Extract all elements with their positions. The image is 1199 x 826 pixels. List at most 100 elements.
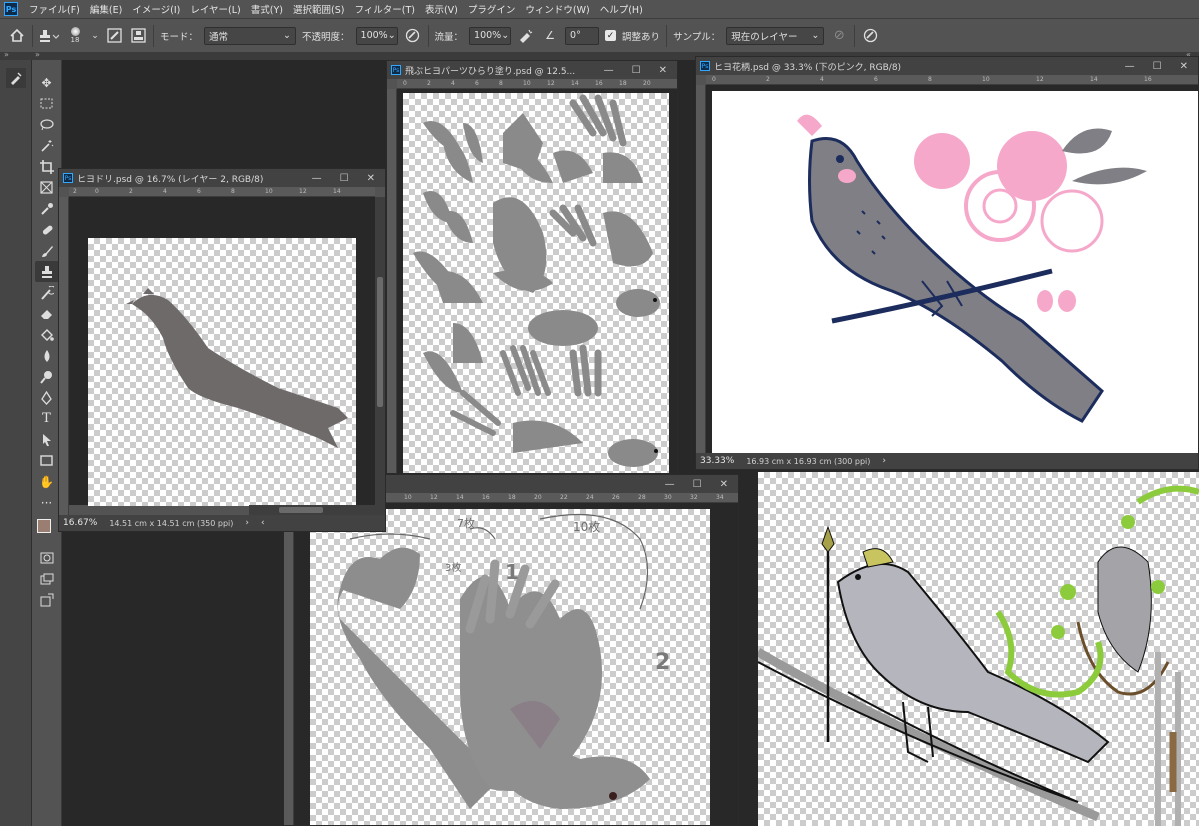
maximize-icon[interactable]: ☐ [693, 479, 702, 490]
chevron-right-icon[interactable]: › [245, 518, 249, 528]
canvas-parts[interactable] [403, 93, 669, 473]
menu-filter[interactable]: フィルター(T) [349, 2, 420, 16]
clone-source-panel-icon[interactable] [129, 28, 147, 43]
window-title-bar[interactable]: Ps ヒヨ花柄.psd @ 33.3% (下のピンク, RGB/8) — ☐ ✕ [696, 57, 1198, 75]
home-icon[interactable] [8, 29, 26, 42]
close-icon[interactable]: ✕ [659, 65, 667, 76]
window-title-bar[interactable]: Ps ヒヨドリ.psd @ 16.7% (レイヤー 2, RGB/8) — ☐ … [59, 169, 385, 187]
pressure-opacity-icon[interactable] [404, 28, 422, 43]
magic-wand-tool-icon[interactable] [35, 135, 59, 156]
clone-stamp-tool-icon[interactable] [34, 261, 59, 282]
maximize-icon[interactable]: ☐ [340, 173, 349, 184]
menu-window[interactable]: ウィンドウ(W) [520, 2, 594, 16]
window-title-bar[interactable]: Ps 飛ぶヒヨパーツひらり塗り.psd @ 12.5... — ☐ ✕ [387, 61, 677, 79]
rectangle-tool-icon[interactable] [35, 450, 59, 471]
hand-tool-icon[interactable]: ✋ [35, 471, 59, 492]
canvas-area[interactable] [397, 89, 677, 473]
brush-settings-panel-icon[interactable] [105, 28, 123, 43]
close-icon[interactable]: ✕ [367, 173, 375, 184]
scroll-thumb[interactable] [377, 277, 383, 407]
mode-label: モード： [160, 31, 199, 43]
move-tool-icon[interactable]: ✥ [35, 72, 59, 93]
quick-mask-icon[interactable] [35, 547, 59, 568]
aligned-checkbox[interactable]: ✓ [605, 30, 617, 41]
brush-tool-icon[interactable] [35, 240, 59, 261]
canvas-area[interactable]: 7枚 10枚 3枚 1 2 [294, 503, 738, 825]
close-icon[interactable]: ✕ [720, 479, 728, 490]
frame-tool-icon[interactable] [35, 177, 59, 198]
menu-plugins[interactable]: プラグイン [463, 2, 521, 16]
flow-input[interactable]: 100% ⌄ [469, 26, 512, 45]
marquee-tool-icon[interactable] [35, 93, 59, 114]
maximize-icon[interactable]: ☐ [1153, 61, 1162, 72]
scroll-thumb[interactable] [279, 507, 323, 513]
maximize-icon[interactable]: ☐ [632, 65, 641, 76]
menu-file[interactable]: ファイル(F) [24, 2, 85, 16]
vertical-scrollbar[interactable] [375, 197, 385, 515]
document-dimensions: 14.51 cm x 14.51 cm (350 ppi) [109, 518, 234, 528]
document-window-parts[interactable]: Ps 飛ぶヒヨパーツひらり塗り.psd @ 12.5... — ☐ ✕ 0246… [386, 60, 678, 474]
chevron-left-icon[interactable]: ‹ [261, 518, 265, 528]
paint-bucket-tool-icon[interactable] [35, 324, 59, 345]
canvas-area[interactable] [706, 85, 1198, 455]
blur-tool-icon[interactable] [35, 345, 59, 366]
more-tools-icon[interactable]: ··· [35, 492, 59, 513]
sample-select[interactable]: 現在のレイヤー ⌄ [726, 26, 825, 45]
divider [32, 24, 33, 47]
screen-mode-icon[interactable] [35, 568, 59, 589]
type-tool-icon[interactable]: T [35, 408, 59, 429]
opacity-input[interactable]: 100% ⌄ [355, 26, 398, 45]
brush-preset-picker[interactable]: 18 [65, 24, 85, 48]
canvas-hiyodori[interactable] [88, 238, 356, 506]
clone-stamp-preset-icon[interactable] [39, 29, 59, 43]
zoom-level[interactable]: 33.33% [700, 456, 734, 466]
options-bar: 18 ⌄ モード： 通常 ⌄ 不透明度： 100% ⌄ 流量： 100% ⌄ ∠… [0, 18, 1199, 52]
expand-toolbar-icon[interactable]: » [35, 50, 40, 59]
chevron-down-icon[interactable]: ⌄ [91, 31, 99, 41]
menu-image[interactable]: イメージ(I) [127, 2, 185, 16]
document-window-hiyodori[interactable]: Ps ヒヨドリ.psd @ 16.7% (レイヤー 2, RGB/8) — ☐ … [58, 168, 386, 532]
close-icon[interactable]: ✕ [1180, 61, 1188, 72]
menu-select[interactable]: 選択範囲(S) [288, 2, 349, 16]
ignore-adjustment-layers-icon[interactable]: ⊘ [830, 28, 848, 43]
menu-type[interactable]: 書式(Y) [246, 2, 288, 16]
minimize-icon[interactable]: — [1125, 61, 1135, 72]
dodge-tool-icon[interactable] [35, 366, 59, 387]
path-selection-tool-icon[interactable] [35, 429, 59, 450]
brush-panel-icon[interactable] [6, 68, 26, 88]
lasso-tool-icon[interactable] [35, 114, 59, 135]
minimize-icon[interactable]: — [312, 173, 322, 184]
hiyodori-bird-silhouette [126, 288, 348, 448]
divider [854, 24, 856, 47]
minimize-icon[interactable]: — [665, 479, 675, 490]
pressure-size-icon[interactable] [861, 28, 879, 43]
menu-layer[interactable]: レイヤー(L) [185, 2, 245, 16]
canvas-hana[interactable] [712, 91, 1198, 455]
menu-edit[interactable]: 編集(E) [85, 2, 127, 16]
canvas-bottom-right[interactable] [758, 472, 1199, 826]
chevron-down-icon: ⌄ [501, 30, 510, 41]
foreground-color-swatch[interactable] [36, 519, 51, 533]
minimize-icon[interactable]: — [604, 65, 614, 76]
expand-panels-icon[interactable]: » [4, 50, 9, 59]
menu-view[interactable]: 表示(V) [420, 2, 463, 16]
history-brush-tool-icon[interactable] [35, 282, 59, 303]
color-swatches[interactable] [35, 517, 59, 543]
chevron-right-icon[interactable]: › [882, 456, 886, 466]
airbrush-icon[interactable] [517, 29, 535, 43]
photoshop-logo-icon: Ps [4, 2, 18, 16]
angle-input[interactable]: 0° [565, 26, 600, 45]
canvas-setsumei[interactable]: 7枚 10枚 3枚 1 2 [310, 509, 710, 825]
mode-select[interactable]: 通常 ⌄ [204, 26, 297, 45]
artboard-export-icon[interactable] [35, 589, 59, 610]
crop-tool-icon[interactable] [35, 156, 59, 177]
eyedropper-tool-icon[interactable] [35, 198, 59, 219]
eraser-tool-icon[interactable] [35, 303, 59, 324]
document-window-hana[interactable]: Ps ヒヨ花柄.psd @ 33.3% (下のピンク, RGB/8) — ☐ ✕… [695, 56, 1199, 470]
canvas-area[interactable] [69, 197, 375, 506]
zoom-level[interactable]: 16.67% [63, 518, 97, 528]
menu-help[interactable]: ヘルプ(H) [595, 2, 648, 16]
horizontal-scrollbar[interactable] [249, 505, 375, 515]
healing-brush-tool-icon[interactable] [35, 219, 59, 240]
pen-tool-icon[interactable] [35, 387, 59, 408]
